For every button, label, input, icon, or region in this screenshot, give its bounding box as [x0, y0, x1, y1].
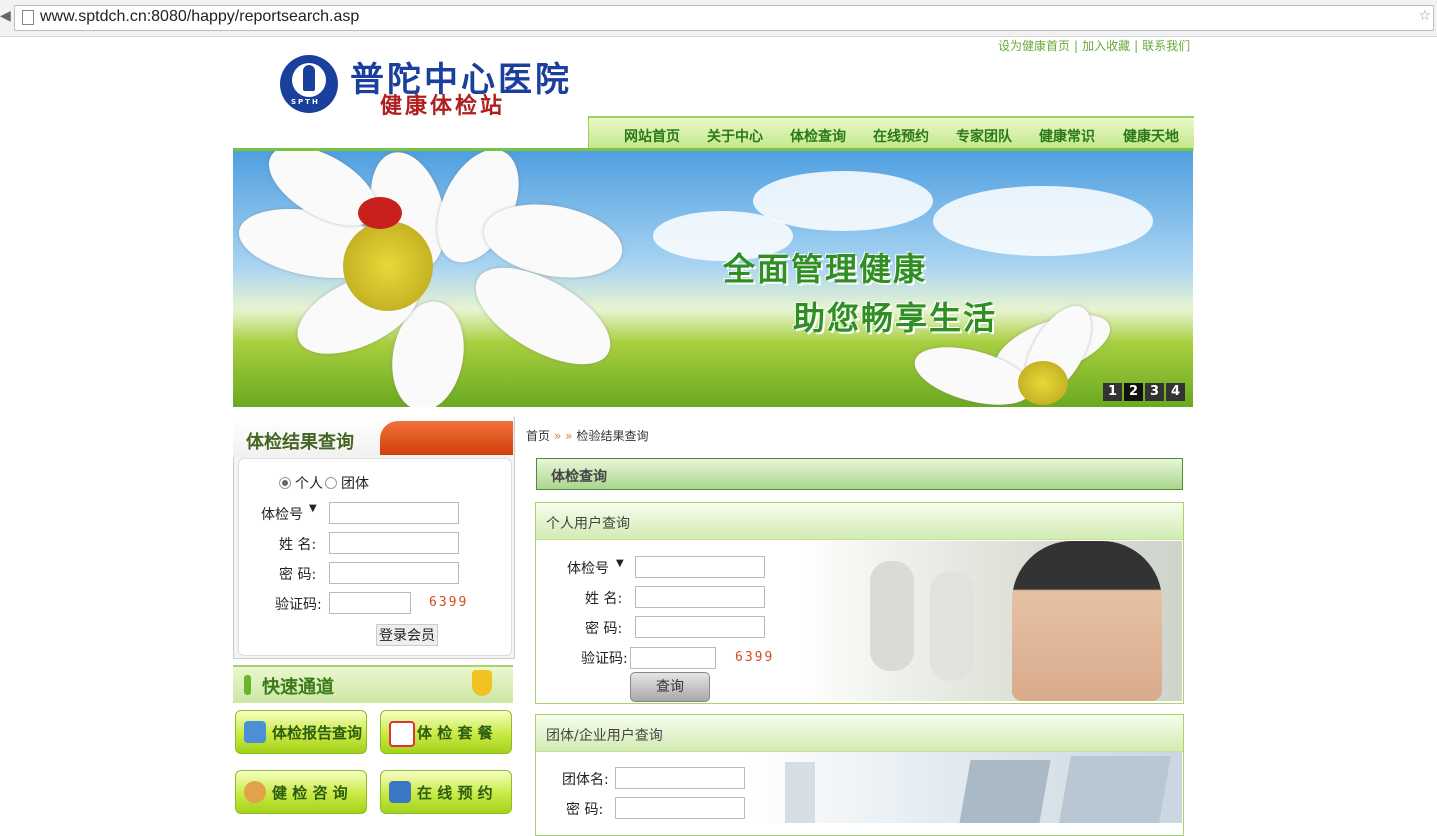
radio-group-label: 团体: [341, 476, 369, 492]
login-member-button[interactable]: 登录会员: [376, 624, 438, 646]
personal-name-input[interactable]: [635, 586, 765, 608]
banner-slogan-1: 全面管理健康: [723, 250, 928, 288]
bookmark-star-icon[interactable]: ☆: [1418, 8, 1431, 24]
nav-online-booking[interactable]: 在线预约: [873, 126, 929, 146]
breadcrumb: 首页 » » 检验结果查询: [526, 427, 649, 444]
daisy-center: [343, 221, 433, 311]
password-input[interactable]: [329, 562, 459, 584]
group-name-input[interactable]: [615, 767, 745, 789]
top-links: 设为健康首页 | 加入收藏 | 联系我们: [998, 37, 1190, 54]
nav-health-tips[interactable]: 健康常识: [1039, 126, 1095, 146]
divider: |: [1134, 39, 1139, 53]
personal-query-title: 个人用户查询: [546, 516, 630, 532]
medical-kit-icon: [389, 721, 415, 747]
monitor-search-icon: [244, 721, 266, 743]
hospital-subtitle: 健康体检站: [380, 94, 506, 119]
photo-figure: [870, 561, 914, 671]
divider: |: [1074, 39, 1079, 53]
banner-slogan-2: 助您畅享生活: [793, 299, 998, 337]
personal-checkup-id-label: 体检号: [567, 561, 609, 577]
nav-health-world[interactable]: 健康天地: [1123, 126, 1179, 146]
link-set-homepage[interactable]: 设为健康首页: [998, 39, 1070, 53]
health-consult-label: 健 检 咨 询: [272, 784, 348, 802]
personal-password-label: 密 码:: [585, 621, 623, 637]
photo-figure: [930, 571, 974, 681]
personal-dropdown-arrow-icon[interactable]: ▼: [616, 558, 624, 569]
page-icon: [22, 10, 34, 25]
logo-mark: [303, 65, 315, 91]
logo-badge: SPTH: [291, 98, 320, 106]
checkup-query-header: [536, 458, 1183, 490]
back-arrow-icon[interactable]: ◀: [0, 8, 11, 24]
nav-about[interactable]: 关于中心: [707, 126, 763, 146]
photo-screen: [1059, 756, 1171, 823]
radio-group[interactable]: [325, 477, 337, 489]
report-query-label: 体检报告查询: [272, 724, 363, 742]
personal-captcha-input[interactable]: [630, 647, 716, 669]
health-consult-button[interactable]: 健 检 咨 询: [235, 770, 367, 814]
password-label: 密 码:: [279, 567, 317, 583]
dropdown-arrow-icon[interactable]: ▼: [309, 503, 317, 514]
url-text[interactable]: www.sptdch.cn:8080/happy/reportsearch.as…: [40, 8, 359, 26]
captcha-input[interactable]: [329, 592, 411, 614]
link-contact-us[interactable]: 联系我们: [1142, 39, 1190, 53]
query-button[interactable]: 查询: [630, 672, 710, 702]
slide-button-1[interactable]: 1: [1103, 383, 1122, 401]
personal-checkup-id-input[interactable]: [635, 556, 765, 578]
group-password-label: 密 码:: [566, 802, 604, 818]
daisy-center: [1018, 361, 1068, 405]
slide-button-4[interactable]: 4: [1166, 383, 1185, 401]
personal-captcha-image: 6399: [735, 650, 775, 665]
doctor-photo: [800, 541, 1182, 701]
radio-personal-label: 个人: [295, 476, 323, 492]
nav-home[interactable]: 网站首页: [624, 126, 680, 146]
checkup-id-input[interactable]: [329, 502, 459, 524]
hero-banner: 全面管理健康 助您畅享生活 1 2 3 4: [233, 151, 1193, 407]
group-password-input[interactable]: [615, 797, 745, 819]
checkup-package-button[interactable]: 体 检 套 餐: [380, 710, 512, 754]
office-photo: [745, 752, 1182, 823]
group-query-title: 团体/企业用户查询: [546, 728, 663, 744]
personal-name-label: 姓 名:: [585, 591, 623, 607]
photo-woman: [1012, 541, 1162, 701]
result-query-form: 个人 团体 体检号 ▼ 姓 名: 密 码: 验证码: 6399 登录会员: [238, 458, 512, 656]
group-name-label: 团体名:: [562, 772, 609, 788]
checkup-query-title: 体检查询: [551, 469, 607, 485]
captcha-label: 验证码:: [275, 597, 322, 613]
captcha-image: 6399: [429, 595, 469, 610]
breadcrumb-separator: » »: [554, 429, 573, 443]
ladybug-icon: [358, 197, 402, 229]
header-accent: [380, 421, 513, 455]
quick-access-bar-icon: [244, 675, 251, 695]
personal-captcha-label: 验证码:: [581, 651, 628, 667]
quick-access-title: 快速通道: [262, 677, 334, 698]
slide-button-3[interactable]: 3: [1145, 383, 1164, 401]
personal-password-input[interactable]: [635, 616, 765, 638]
personal-query-header: [536, 503, 1183, 540]
slide-button-2[interactable]: 2: [1124, 383, 1143, 401]
link-add-favorite[interactable]: 加入收藏: [1082, 39, 1130, 53]
slide-pager: 1 2 3 4: [1103, 383, 1185, 401]
checkup-id-label: 体检号: [261, 507, 303, 523]
checkup-package-label: 体 检 套 餐: [417, 724, 493, 742]
main-nav: 网站首页 关于中心 体检查询 在线预约 专家团队 健康常识 健康天地: [588, 116, 1194, 151]
result-query-title: 体检结果查询: [246, 432, 354, 453]
nav-checkup-query[interactable]: 体检查询: [790, 126, 846, 146]
photo-screen: [959, 760, 1051, 823]
name-label: 姓 名:: [279, 537, 317, 553]
trophy-icon: [472, 670, 492, 696]
photo-building: [785, 762, 815, 823]
online-booking-button[interactable]: 在 线 预 约: [380, 770, 512, 814]
breadcrumb-current: 检验结果查询: [576, 429, 649, 443]
report-query-button[interactable]: 体检报告查询: [235, 710, 367, 754]
radio-personal[interactable]: [279, 477, 291, 489]
name-input[interactable]: [329, 532, 459, 554]
computer-icon: [389, 781, 411, 803]
online-booking-label: 在 线 预 约: [417, 784, 493, 802]
breadcrumb-home[interactable]: 首页: [526, 429, 550, 443]
doctor-icon: [244, 781, 266, 803]
cloud: [933, 186, 1153, 256]
nav-expert-team[interactable]: 专家团队: [956, 126, 1012, 146]
